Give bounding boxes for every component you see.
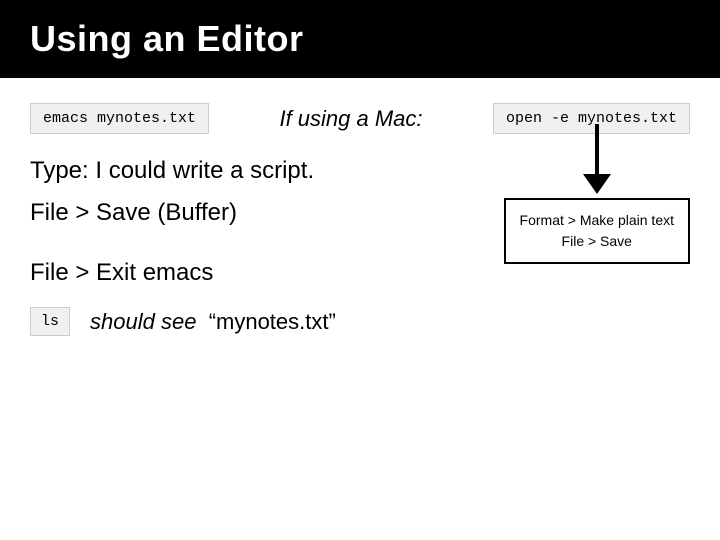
should-see-text: should see “mynotes.txt” (90, 309, 336, 335)
arrow-shaft (595, 124, 599, 174)
bottom-row: ls should see “mynotes.txt” (30, 307, 690, 336)
ls-command: ls (30, 307, 70, 336)
arrow-head-icon (583, 174, 611, 194)
arrow-format-section: Format > Make plain text File > Save (504, 124, 690, 264)
title-bar: Using an Editor (0, 0, 720, 78)
main-content: emacs mynotes.txt If using a Mac: open -… (0, 78, 720, 356)
body-section: Type: I could write a script. File > Sav… (30, 154, 690, 287)
format-box-line1: Format > Make plain text (520, 210, 674, 231)
should-see-filename: “mynotes.txt” (203, 309, 336, 334)
if-using-mac-label: If using a Mac: (239, 106, 463, 132)
format-box-line2: File > Save (520, 231, 674, 252)
page-container: Using an Editor emacs mynotes.txt If usi… (0, 0, 720, 540)
should-see-label: should see (90, 309, 196, 334)
page-title: Using an Editor (30, 18, 690, 60)
format-box: Format > Make plain text File > Save (504, 198, 690, 264)
emacs-command: emacs mynotes.txt (30, 103, 209, 134)
